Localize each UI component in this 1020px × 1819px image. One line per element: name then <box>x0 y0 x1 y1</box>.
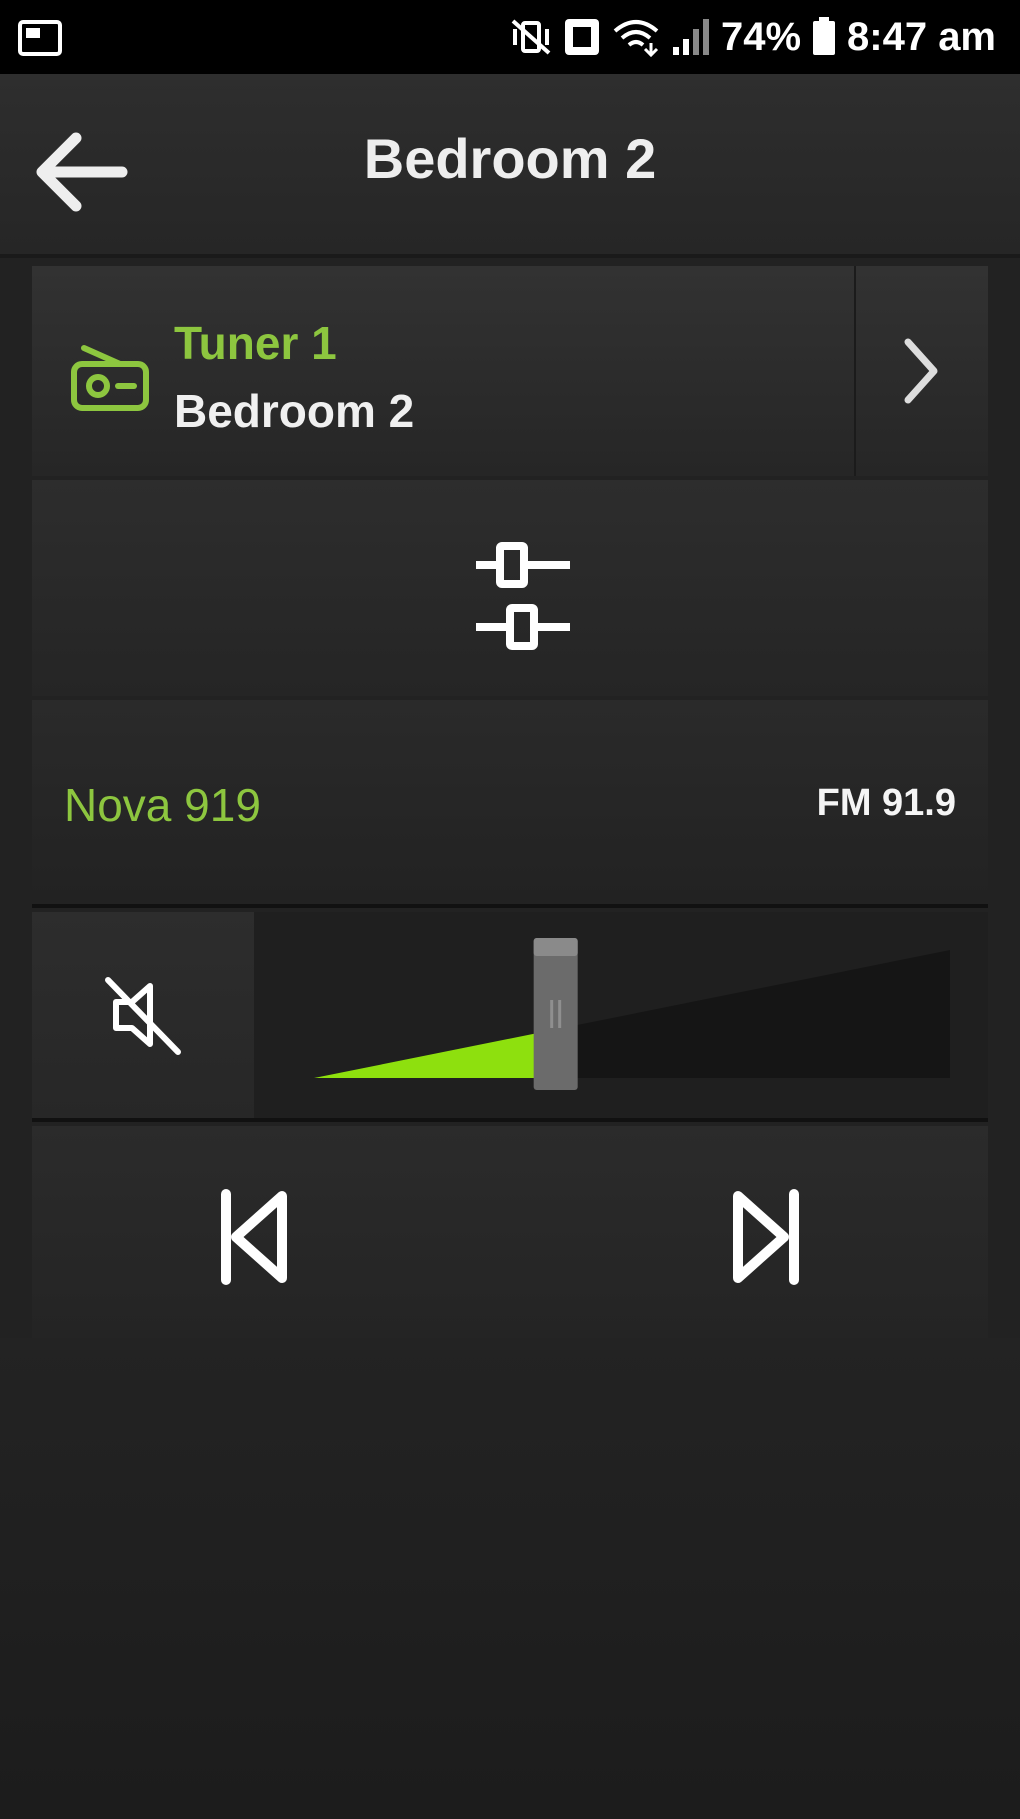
signal-icon <box>671 17 711 57</box>
clock: 8:47 am <box>847 14 996 59</box>
now-playing: Nova 919 FM 91.9 <box>32 700 988 908</box>
volume-level-fill <box>314 1029 556 1078</box>
battery-icon <box>811 17 837 57</box>
mute-vibrate-icon <box>509 17 553 57</box>
volume-slider[interactable] <box>254 912 988 1118</box>
mute-button[interactable] <box>32 912 254 1118</box>
source-name: Tuner 1 <box>174 317 337 369</box>
nfc-icon <box>563 17 601 57</box>
status-icons: 74% 8:47 am <box>509 14 996 60</box>
page-title: Bedroom 2 <box>363 127 657 190</box>
volume-panel <box>32 912 988 1122</box>
equalizer-panel <box>32 480 988 696</box>
chevron-right-icon <box>904 338 938 404</box>
station-frequency: FM 91.9 <box>816 782 956 824</box>
screenshot-icon <box>18 20 62 61</box>
radio-icon <box>68 334 152 419</box>
status-bar: 74% 8:47 am <box>0 0 1020 74</box>
transport-controls <box>32 1126 988 1338</box>
wifi-icon <box>611 17 661 57</box>
previous-button[interactable] <box>192 1176 312 1296</box>
sliders-icon <box>476 542 570 650</box>
skip-next-icon <box>733 1189 799 1285</box>
app-header: Bedroom 2 <box>0 74 1020 258</box>
battery-percent: 74% <box>720 14 802 59</box>
next-button[interactable] <box>708 1176 828 1296</box>
source-selector[interactable]: Tuner 1 Bedroom 2 <box>32 266 988 476</box>
station-name: Nova 919 <box>64 779 261 831</box>
volume-thumb[interactable] <box>533 938 578 1090</box>
speaker-muted-icon <box>105 977 181 1055</box>
source-details-button[interactable] <box>856 266 988 476</box>
skip-previous-icon <box>221 1189 287 1285</box>
empty-area <box>0 1338 1020 1819</box>
zone-name: Bedroom 2 <box>174 385 415 437</box>
equalizer-button[interactable] <box>442 532 582 652</box>
